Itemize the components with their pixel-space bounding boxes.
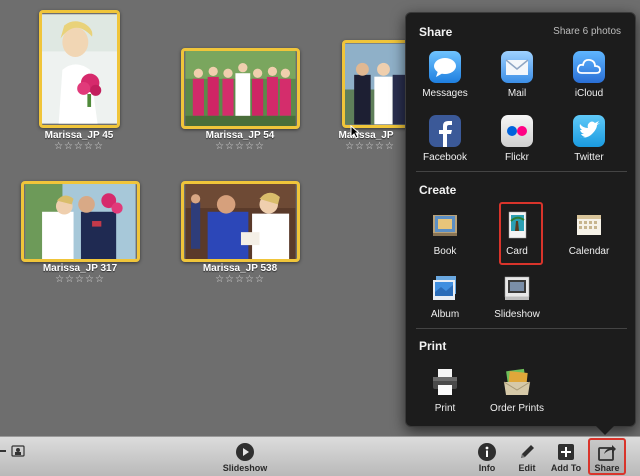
photo-caption: Marissa_JP 317 — [42, 263, 118, 274]
share-item-label: Flickr — [505, 152, 529, 163]
photo-thumbnail[interactable] — [181, 48, 300, 129]
share-item-label: Facebook — [423, 152, 467, 163]
share-facebook-button[interactable]: Facebook — [410, 115, 480, 175]
photo-thumbnail[interactable] — [181, 181, 300, 262]
book-icon — [429, 209, 461, 241]
view-toggle-icon[interactable] — [0, 445, 28, 457]
create-item-label: Book — [433, 246, 457, 257]
create-item-label: Card — [506, 246, 528, 257]
facebook-icon — [429, 115, 461, 147]
popover-arrow — [596, 426, 614, 435]
share-twitter-button[interactable]: Twitter — [554, 115, 624, 175]
photo-image — [185, 51, 296, 126]
photo-image — [185, 184, 296, 259]
twitter-icon — [573, 115, 605, 147]
photo-image — [25, 184, 136, 259]
mail-icon — [501, 51, 533, 83]
card-icon — [501, 209, 533, 241]
photo-caption: Marissa_JP 45 — [44, 130, 114, 141]
create-album-button[interactable]: Album — [410, 272, 480, 332]
create-item-label: Slideshow — [494, 309, 540, 320]
print-item-label: Print — [434, 403, 456, 414]
share-label: Share — [594, 463, 620, 473]
print-section-title: Print — [419, 339, 447, 353]
play-icon — [236, 443, 254, 461]
photo-thumbnail[interactable] — [342, 40, 414, 128]
photo-image — [42, 14, 117, 124]
share-mail-button[interactable]: Mail — [482, 51, 552, 111]
share-item-label: Twitter — [574, 152, 604, 163]
photo-caption: Marissa_JP 54 — [205, 130, 275, 141]
share-button[interactable]: Share — [581, 440, 633, 474]
calendar-icon — [573, 209, 605, 241]
create-item-label: Calendar — [568, 246, 610, 257]
share-icon — [598, 445, 616, 461]
messages-icon — [429, 51, 461, 83]
pencil-icon — [521, 445, 534, 458]
create-item-label: Album — [430, 309, 460, 320]
print-button[interactable]: Print — [410, 366, 480, 426]
rating-stars[interactable]: ☆☆☆☆☆ — [170, 274, 310, 285]
photo-image — [345, 43, 411, 125]
photo-caption: Marissa_JP — [338, 130, 394, 141]
printer-icon — [429, 366, 461, 398]
photo-caption: Marissa_JP 538 — [202, 263, 278, 274]
slideshow-label: Slideshow — [222, 463, 268, 473]
rating-stars[interactable]: ☆☆☆☆☆ — [9, 141, 149, 152]
flickr-icon — [501, 115, 533, 147]
rating-stars[interactable]: ☆☆☆☆☆ — [330, 141, 410, 152]
share-item-label: iCloud — [574, 88, 604, 99]
create-book-button[interactable]: Book — [410, 209, 480, 269]
create-slideshow-button[interactable]: Slideshow — [482, 272, 552, 332]
photo-thumbnail[interactable] — [39, 10, 120, 128]
photo-thumbnail[interactable] — [21, 181, 140, 262]
create-card-button[interactable]: Card — [482, 202, 552, 269]
rating-stars[interactable]: ☆☆☆☆☆ — [10, 274, 150, 285]
share-flickr-button[interactable]: Flickr — [482, 115, 552, 175]
slideshow-icon — [501, 272, 533, 304]
mouse-pointer-icon — [350, 125, 360, 139]
share-popover: Share Share 6 photos Messages Mail iClou… — [405, 12, 636, 427]
section-divider — [416, 171, 627, 172]
share-photo-count: Share 6 photos — [553, 26, 621, 37]
info-icon — [478, 443, 496, 461]
icloud-icon — [573, 51, 605, 83]
share-messages-button[interactable]: Messages — [410, 51, 480, 111]
rating-stars[interactable]: ☆☆☆☆☆ — [170, 141, 310, 152]
order-prints-button[interactable]: Order Prints — [482, 366, 552, 426]
slideshow-button[interactable]: Slideshow — [219, 440, 271, 474]
plus-icon — [558, 444, 574, 460]
share-section-title: Share — [419, 25, 453, 39]
create-section-title: Create — [419, 183, 457, 197]
share-icloud-button[interactable]: iCloud — [554, 51, 624, 111]
section-divider — [416, 328, 627, 329]
order-prints-icon — [501, 366, 533, 398]
album-icon — [429, 272, 461, 304]
share-item-label: Mail — [507, 88, 527, 99]
share-item-label: Messages — [422, 88, 468, 99]
print-item-label: Order Prints — [490, 403, 544, 414]
create-calendar-button[interactable]: Calendar — [554, 209, 624, 269]
